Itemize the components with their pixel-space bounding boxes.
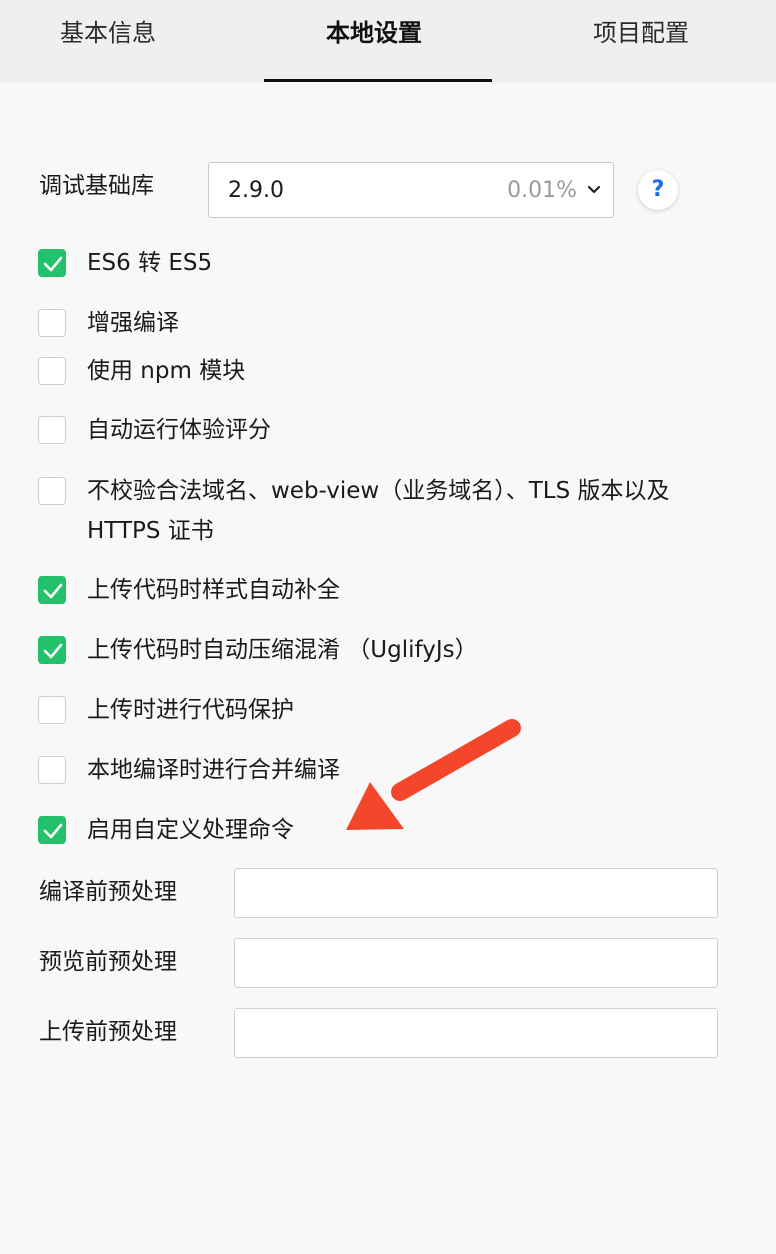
debug-library-label: 调试基础库 xyxy=(39,173,154,199)
tab-project-config[interactable]: 项目配置 xyxy=(593,0,689,82)
checkbox[interactable] xyxy=(38,756,66,784)
option-label: 自动运行体验评分 xyxy=(87,417,271,443)
library-usage-percent: 0.01% xyxy=(507,178,577,203)
checkbox[interactable] xyxy=(38,416,66,444)
checkbox[interactable] xyxy=(38,576,66,604)
checkbox[interactable] xyxy=(38,636,66,664)
checkbox[interactable] xyxy=(38,309,66,337)
library-version: 2.9.0 xyxy=(228,178,284,203)
option-label: 增强编译 xyxy=(87,310,179,336)
check-icon xyxy=(43,583,63,599)
pre-upload-label: 上传前预处理 xyxy=(39,1019,177,1045)
option-label: ES6 转 ES5 xyxy=(87,250,213,276)
option-label: 不校验合法域名、web-view（业务域名）、TLS 版本以及 HTTPS 证书 xyxy=(87,478,670,544)
checkbox[interactable] xyxy=(38,816,66,844)
help-icon[interactable]: ? xyxy=(638,170,678,210)
checkbox[interactable] xyxy=(38,696,66,724)
chevron-down-icon xyxy=(587,185,601,194)
active-tab-indicator xyxy=(264,79,492,82)
check-icon xyxy=(43,256,63,272)
option-label: 启用自定义处理命令 xyxy=(87,817,294,843)
option-label: 上传时进行代码保护 xyxy=(87,697,294,723)
pre-preview-label: 预览前预处理 xyxy=(39,949,177,975)
check-icon xyxy=(43,823,63,839)
pre-preview-input[interactable] xyxy=(234,938,718,988)
settings-page: 基本信息 本地设置 项目配置 调试基础库 2.9.0 0.01% ? ES6 转… xyxy=(0,0,776,1254)
checkbox[interactable] xyxy=(38,357,66,385)
tab-bar: 基本信息 本地设置 项目配置 xyxy=(0,0,776,82)
pre-upload-input[interactable] xyxy=(234,1008,718,1058)
checkbox[interactable] xyxy=(38,477,66,505)
pre-compile-input[interactable] xyxy=(234,868,718,918)
checkbox[interactable] xyxy=(38,249,66,277)
option-label: 上传代码时样式自动补全 xyxy=(87,577,340,603)
check-icon xyxy=(43,643,63,659)
pre-compile-label: 编译前预处理 xyxy=(39,879,177,905)
option-label: 使用 npm 模块 xyxy=(87,358,246,384)
debug-library-select[interactable]: 2.9.0 0.01% xyxy=(208,162,614,218)
option-label: 本地编译时进行合并编译 xyxy=(87,757,340,783)
option-label: 上传代码时自动压缩混淆 （UglifyJs） xyxy=(87,637,478,663)
tab-basic-info[interactable]: 基本信息 xyxy=(60,0,156,82)
tab-local-settings[interactable]: 本地设置 xyxy=(326,0,422,82)
